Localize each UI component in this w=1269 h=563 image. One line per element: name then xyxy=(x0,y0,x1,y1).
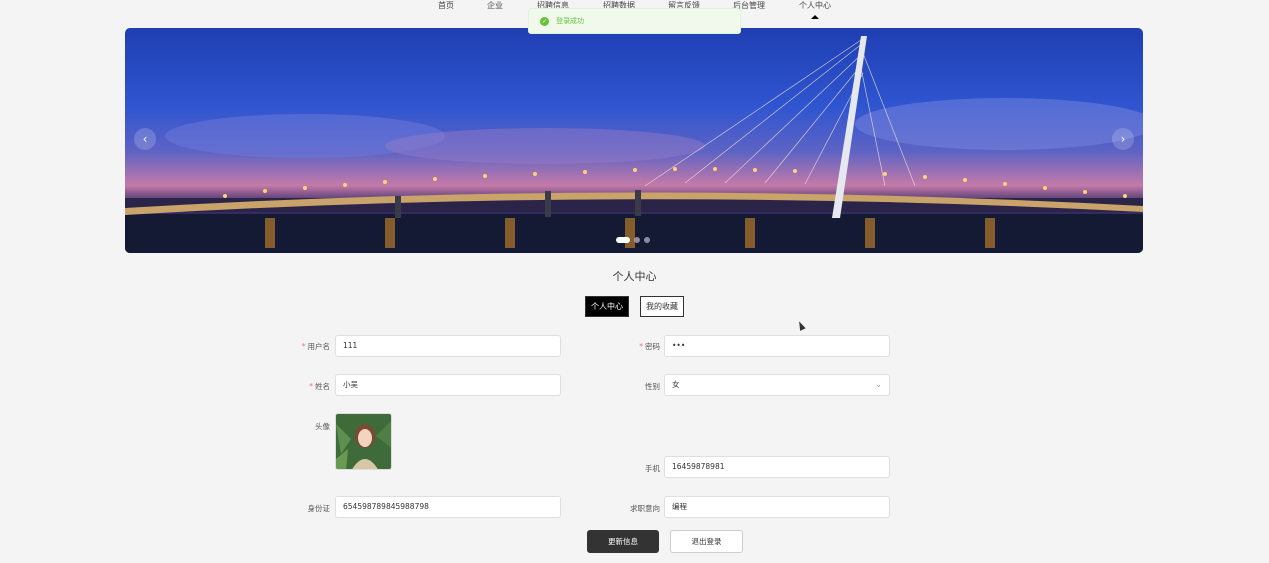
username-input[interactable]: 111 xyxy=(335,335,561,357)
nav-item-home[interactable]: 首页 xyxy=(438,0,454,14)
carousel-next-button[interactable]: › xyxy=(1112,128,1134,150)
carousel-dot-3[interactable] xyxy=(644,237,650,243)
check-circle-icon: ✓ xyxy=(540,16,549,26)
avatar-upload[interactable] xyxy=(335,413,392,470)
nav-item-profile[interactable]: 个人中心 xyxy=(799,0,831,14)
avatar-label: 头像 xyxy=(315,422,330,431)
logout-button[interactable]: 退出登录 xyxy=(670,530,743,553)
banner-carousel: ‹ › xyxy=(125,28,1143,253)
success-toast: ✓ 登录成功 xyxy=(528,8,741,34)
carousel-prev-button[interactable]: ‹ xyxy=(134,128,156,150)
username-label: * 用户名 xyxy=(301,342,330,351)
gender-label: 性别 xyxy=(645,382,660,391)
tab-favorites[interactable]: 我的收藏 xyxy=(640,296,684,317)
chevron-down-icon: ⌄ xyxy=(875,380,882,389)
mouse-cursor-icon xyxy=(796,320,806,331)
id-card-input[interactable]: 654598789845988798 xyxy=(335,496,561,518)
password-input[interactable]: ••• xyxy=(664,335,890,357)
name-input[interactable]: 小吴 xyxy=(335,374,561,396)
toast-message: 登录成功 xyxy=(556,17,584,25)
carousel-indicators xyxy=(616,237,650,243)
phone-label: 手机 xyxy=(645,464,660,473)
nav-item-company[interactable]: 企业 xyxy=(487,0,503,14)
update-info-button[interactable]: 更新信息 xyxy=(587,530,659,553)
job-intent-label: 求职意向 xyxy=(630,504,660,513)
password-label: * 密码 xyxy=(639,342,660,351)
name-label: * 姓名 xyxy=(309,382,330,391)
page-title: 个人中心 xyxy=(612,270,657,283)
tab-profile[interactable]: 个人中心 xyxy=(585,296,629,317)
carousel-dot-1[interactable] xyxy=(616,237,630,243)
avatar-image xyxy=(336,414,391,469)
active-nav-caret-icon xyxy=(811,15,819,19)
gender-select[interactable]: 女 ⌄ xyxy=(664,374,890,396)
job-intent-input[interactable]: 编程 xyxy=(664,496,890,518)
banner-image-bridge xyxy=(125,36,1143,253)
id-card-label: 身份证 xyxy=(307,504,331,513)
phone-input[interactable]: 16459878981 xyxy=(664,456,890,478)
gender-select-value: 女 xyxy=(672,380,680,389)
carousel-dot-2[interactable] xyxy=(634,237,640,243)
